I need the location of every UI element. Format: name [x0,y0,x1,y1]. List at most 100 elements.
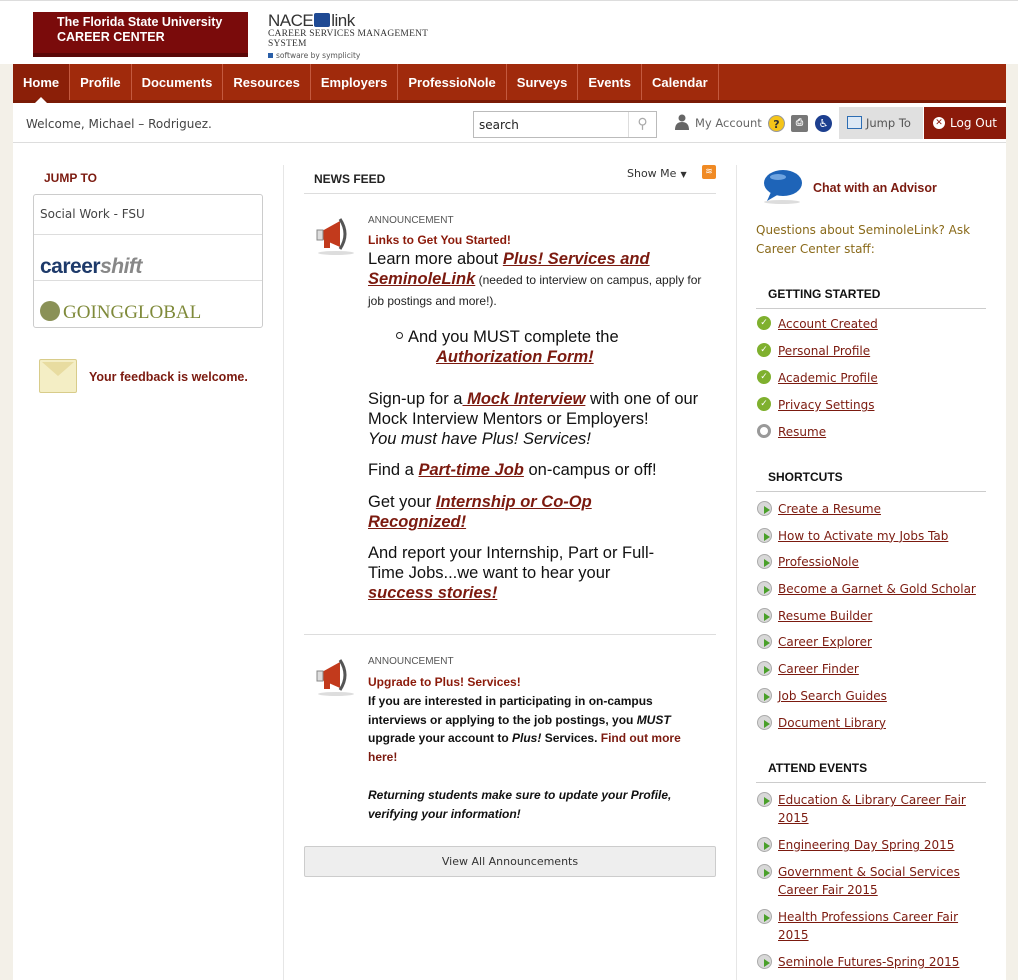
announcement-title: Upgrade to Plus! Services! [368,675,521,689]
list-item: Job Search Guides [756,687,988,705]
careershift-part2: shift [100,255,142,278]
feedback-link[interactable]: Your feedback is welcome. [39,355,263,399]
shortcut-link[interactable]: Career Explorer [778,635,872,649]
list-item: ✓ Account Created [756,315,988,333]
help-icon[interactable]: ? [768,115,785,132]
list-item: Resume [756,423,988,441]
nav-calendar[interactable]: Calendar [642,64,719,100]
event-link[interactable]: Government & Social Services Career Fair… [778,865,960,897]
chat-with-advisor-link[interactable]: Chat with an Advisor [813,181,937,195]
accessibility-icon[interactable]: ♿ [815,115,832,132]
bullet-circle-icon [396,332,403,339]
events-list: Education & Library Career Fair 2015 Eng… [756,791,988,971]
announcement-body: If you are interested in participating i… [368,692,698,766]
list-item: Government & Social Services Career Fair… [756,863,976,899]
success-stories-link[interactable]: success stories! [368,584,497,602]
list-item: ProfessioNole [756,553,988,571]
careershift-link[interactable]: careershift [34,235,262,281]
search-input[interactable] [474,112,624,137]
announcement-body: Sign-up for a Mock Interview with one of… [368,389,708,449]
section-divider [756,491,986,492]
nav-resources[interactable]: Resources [223,64,311,100]
body-text: Find a [368,461,419,479]
nav-employers[interactable]: Employers [311,64,399,100]
logout-label: Log Out [950,116,998,130]
shortcut-link[interactable]: ProfessioNole [778,555,859,569]
event-link[interactable]: Seminole Futures-Spring 2015 [778,955,959,969]
event-link[interactable]: Education & Library Career Fair 2015 [778,793,966,825]
shortcut-link[interactable]: Career Finder [778,662,859,676]
nav-home[interactable]: Home [13,64,71,103]
check-icon: ✓ [757,370,771,384]
jump-to-label: Jump To [866,116,911,130]
nav-profile[interactable]: Profile [70,64,132,100]
body-text: Get your [368,493,436,511]
welcome-message: Welcome, Michael – Rodriguez. [26,117,212,131]
event-link[interactable]: Health Professions Career Fair 2015 [778,910,958,942]
shortcut-link[interactable]: Create a Resume [778,502,881,516]
nace-logo-link: link [331,11,355,30]
close-icon: ✕ [933,117,945,129]
announcement-kicker: ANNOUNCEMENT [368,656,454,667]
body-text: MUST [636,712,671,727]
fsu-career-center-logo[interactable]: The Florida State University CAREER CENT… [33,12,248,57]
logout-button[interactable]: ✕ Log Out [924,107,1006,139]
search-icon[interactable]: ⚲ [628,112,656,137]
body-text: And you MUST complete the [408,328,619,346]
go-arrow-icon [757,714,772,730]
academic-profile-link[interactable]: Academic Profile [778,371,878,385]
nacelink-logo: NACE link CAREER SERVICES MANAGEMENT SYST… [268,11,468,60]
jump-item-social-work[interactable]: Social Work - FSU [34,195,262,235]
event-link[interactable]: Engineering Day Spring 2015 [778,838,954,852]
news-feed-title: NEWS FEED [314,172,386,186]
mock-interview-link[interactable]: Mock Interview [462,390,585,408]
rss-icon[interactable]: ≋ [702,165,716,179]
body-text: If you are interested in participating i… [368,694,653,727]
shortcut-link[interactable]: Resume Builder [778,609,872,623]
announcement-body: Learn more about Plus! Services and Semi… [368,249,708,366]
shortcut-link[interactable]: Become a Garnet & Gold Scholar [778,582,976,596]
shortcut-link[interactable]: Document Library [778,716,886,730]
go-arrow-icon [757,607,772,623]
symplicity-mark-icon [268,53,273,58]
nav-documents[interactable]: Documents [132,64,224,100]
part-time-job-link[interactable]: Part-time Job [418,461,523,479]
show-me-dropdown[interactable]: Show Me ▼ [627,167,687,180]
privacy-settings-link[interactable]: Privacy Settings [778,398,874,412]
chat-bubble-icon[interactable] [761,168,803,204]
body-text: Learn more about [368,250,503,268]
announcement-note: Returning students make sure to update y… [368,788,672,821]
check-icon: ✓ [757,343,771,357]
print-icon[interactable]: ⎙ [791,115,808,132]
goingglobal-logo: GOINGGLOBAL [40,293,256,324]
account-created-link[interactable]: Account Created [778,317,878,331]
go-arrow-icon [757,837,772,852]
utility-bar: Welcome, Michael – Rodriguez. ⚲ My Accou… [13,103,1006,143]
resume-link[interactable]: Resume [778,425,826,439]
jump-to-button[interactable]: Jump To [839,107,923,139]
go-arrow-icon [757,554,772,570]
authorization-form-link[interactable]: Authorization Form! [436,348,594,366]
nav-surveys[interactable]: Surveys [507,64,579,100]
list-item: Career Finder [756,660,988,678]
globe-icon [40,301,60,321]
my-account-link[interactable]: My Account [675,109,762,137]
body-text: Plus! [512,731,542,745]
main-content: JUMP TO Social Work - FSU careershift GO… [13,143,1006,980]
go-arrow-icon [757,687,772,703]
announcement-body: Get your Internship or Co-Op Recognized! [368,492,628,532]
section-divider [756,782,986,783]
personal-profile-link[interactable]: Personal Profile [778,344,870,358]
list-item: Engineering Day Spring 2015 [756,836,988,854]
shortcut-link[interactable]: Job Search Guides [778,689,887,703]
goingglobal-link[interactable]: GOINGGLOBAL [34,281,262,327]
view-all-announcements-button[interactable]: View All Announcements [304,846,716,877]
shortcut-link[interactable]: How to Activate my Jobs Tab [778,529,948,543]
nav-events[interactable]: Events [578,64,643,100]
fsu-logo-line2: CAREER CENTER [57,30,165,44]
go-arrow-icon [757,527,772,543]
shortcuts-title: SHORTCUTS [768,470,843,484]
top-header: The Florida State University CAREER CENT… [0,0,1018,64]
nav-professionole[interactable]: ProfessioNole [398,64,507,100]
list-item: Create a Resume [756,500,988,518]
